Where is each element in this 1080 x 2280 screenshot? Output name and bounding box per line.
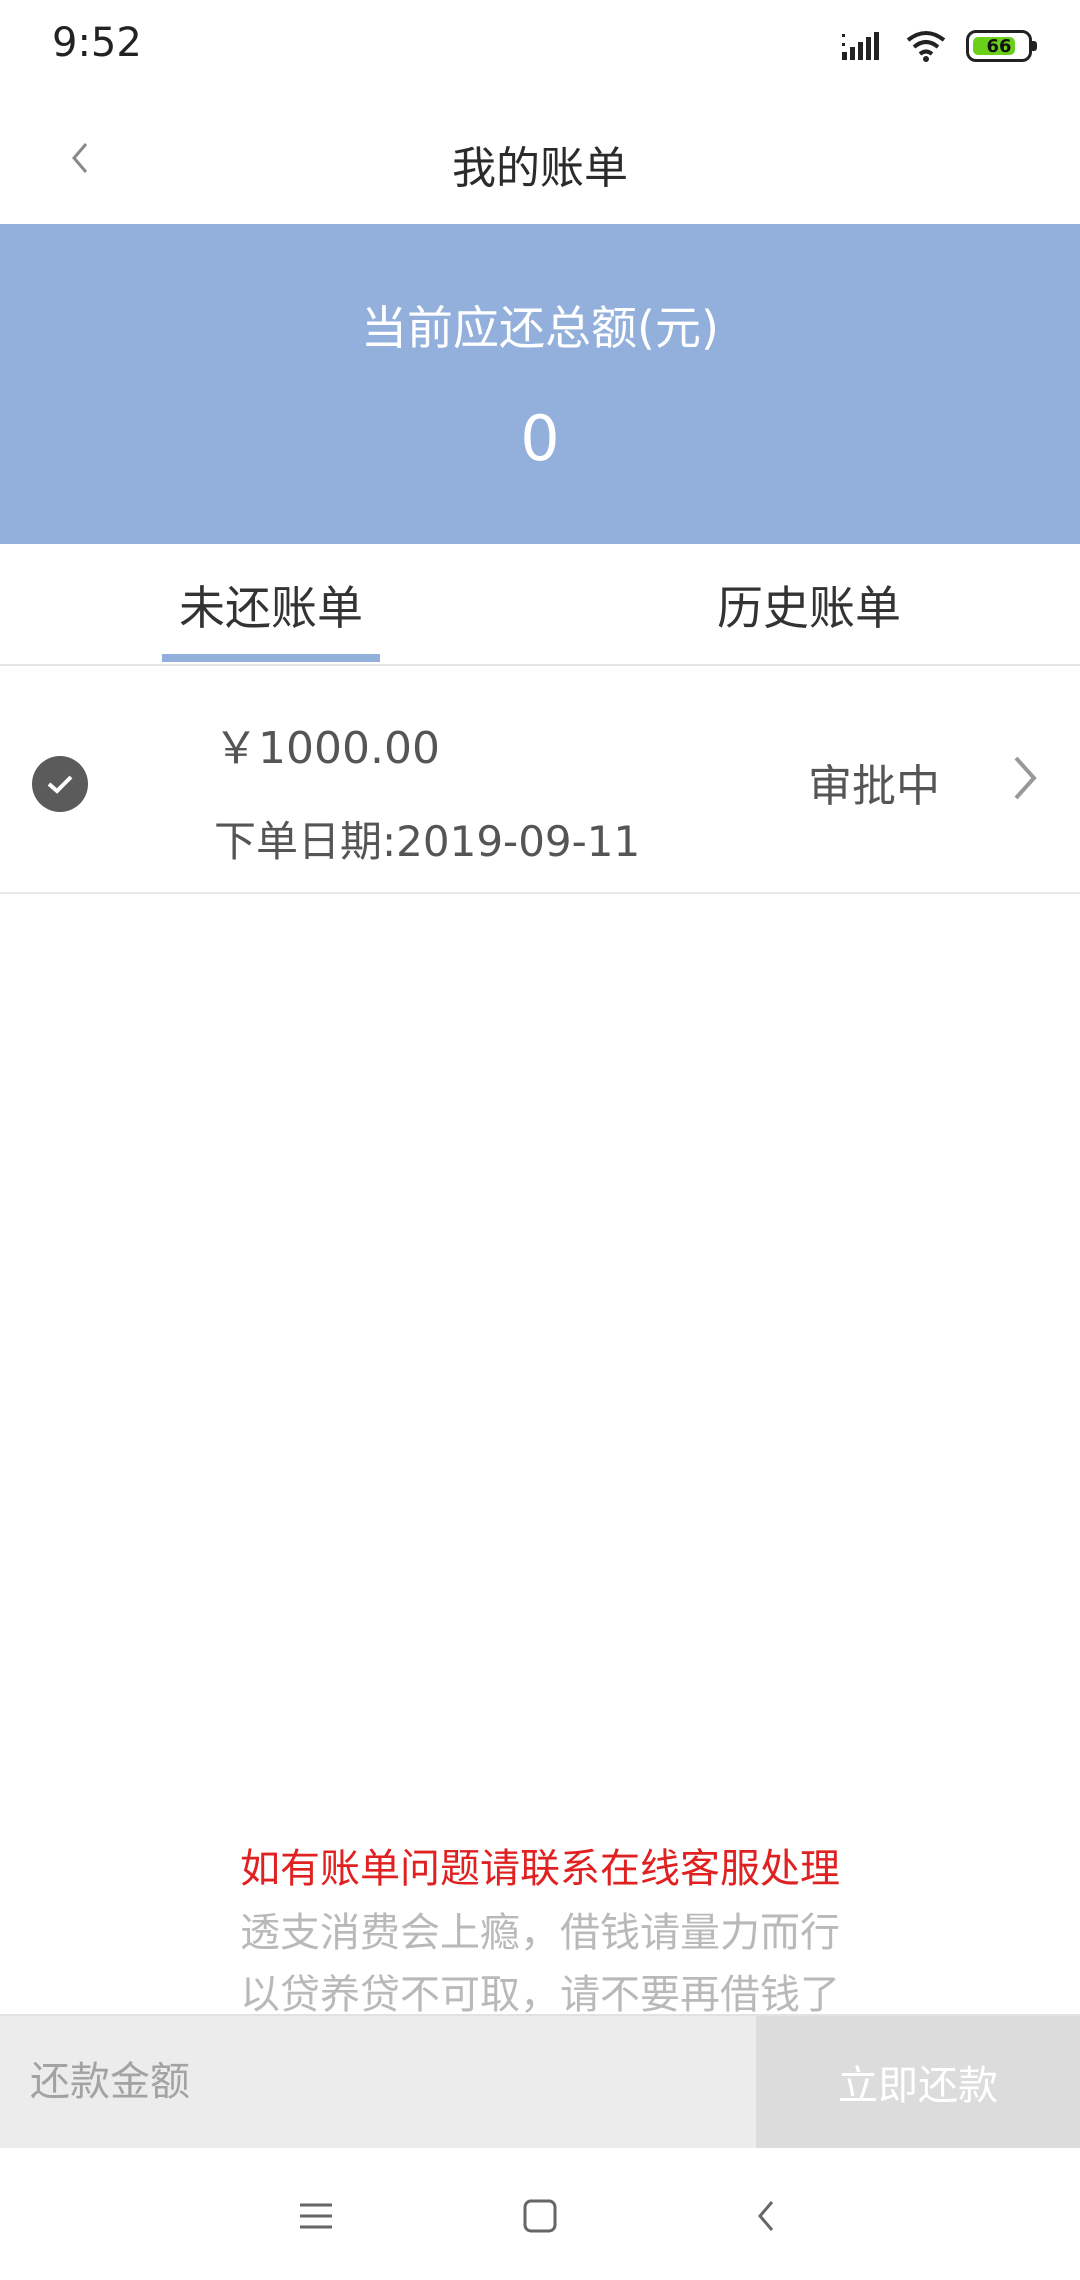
nav-back-button[interactable]	[726, 2176, 806, 2256]
nav-home-button[interactable]	[500, 2176, 580, 2256]
nav-menu-button[interactable]	[276, 2176, 356, 2256]
page-title: 我的账单	[452, 143, 628, 194]
warning-notice-2: 以贷养贷不可取，请不要再借钱了	[240, 1972, 840, 2018]
summary-panel: 当前应还总额(元) 0	[0, 224, 1080, 544]
menu-icon	[300, 2203, 332, 2229]
bill-amount: ￥1000.00	[214, 723, 440, 774]
wifi-icon	[906, 31, 946, 62]
status-icons: 66	[842, 24, 1037, 68]
battery-tip	[1032, 41, 1037, 51]
nav-back-icon	[758, 2201, 774, 2231]
repayment-amount-input[interactable]	[0, 2016, 756, 2148]
navigation-bar	[0, 2150, 1080, 2280]
bill-status: 审批中	[808, 761, 940, 812]
bill-date: 下单日期:2019-09-11	[214, 817, 641, 866]
tab-history-bills[interactable]: 历史账单	[700, 544, 918, 666]
tab-indicator	[162, 654, 380, 662]
title-bar: 我的账单	[0, 92, 1080, 224]
repay-now-button[interactable]: 立即还款	[756, 2016, 1080, 2148]
tabs: 未还账单 历史账单	[0, 544, 1080, 666]
check-circle-icon	[32, 756, 88, 812]
status-bar: 9:52 66	[0, 0, 1080, 92]
tab-unpaid-bills[interactable]: 未还账单	[162, 544, 380, 666]
payment-bar: 立即还款	[0, 2014, 1080, 2148]
warning-notice-1: 透支消费会上瘾，借钱请量力而行	[240, 1910, 840, 1956]
chevron-right-icon	[1014, 756, 1037, 800]
signal-icon	[842, 32, 879, 60]
battery-icon: 66	[966, 30, 1037, 62]
bill-item[interactable]: ￥1000.00 下单日期:2019-09-11 审批中	[0, 668, 1080, 894]
summary-value: 0	[520, 402, 560, 475]
battery-level: 66	[986, 35, 1012, 57]
home-icon	[523, 2199, 557, 2233]
summary-label: 当前应还总额(元)	[361, 301, 719, 355]
bill-list: ￥1000.00 下单日期:2019-09-11 审批中	[0, 668, 1080, 894]
contact-notice: 如有账单问题请联系在线客服处理	[240, 1846, 840, 1892]
status-time: 9:52	[52, 20, 142, 66]
